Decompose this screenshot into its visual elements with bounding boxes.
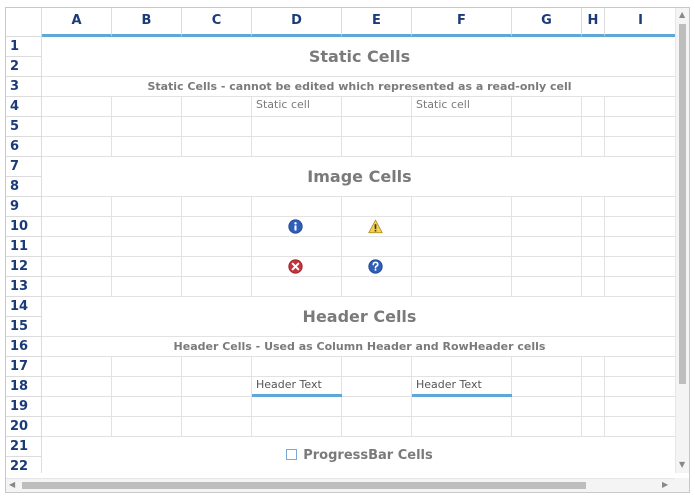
row-header-5[interactable]: 5: [6, 117, 42, 137]
gridline: [42, 116, 677, 117]
cell-area[interactable]: Static Cells Static Cells - cannot be ed…: [42, 37, 677, 473]
row-header-17[interactable]: 17: [6, 357, 42, 377]
gridline: [42, 136, 677, 137]
header-cell-f18[interactable]: Header Text: [412, 377, 512, 397]
row-header-2[interactable]: 2: [6, 57, 42, 77]
row-header-14[interactable]: 14: [6, 297, 42, 317]
gridline: [42, 236, 677, 237]
gridline: [42, 216, 677, 217]
row-header-8[interactable]: 8: [6, 177, 42, 197]
warning-icon[interactable]: [368, 219, 383, 234]
column-header-h[interactable]: H: [582, 8, 605, 37]
row-header-10[interactable]: 10: [6, 217, 42, 237]
static-cells-description: Static Cells - cannot be edited which re…: [42, 77, 677, 96]
row-header-6[interactable]: 6: [6, 137, 42, 157]
column-header-i[interactable]: I: [605, 8, 677, 37]
row-header-7[interactable]: 7: [6, 157, 42, 177]
gridline: [181, 37, 182, 473]
scroll-right-arrow-icon[interactable]: ▶: [662, 480, 668, 490]
row-header-15[interactable]: 15: [6, 317, 42, 337]
gridline: [511, 37, 512, 473]
progressbar-cells-title: ProgressBar Cells: [42, 437, 677, 473]
gridline: [42, 196, 677, 197]
column-header-d[interactable]: D: [252, 8, 342, 37]
gridline: [42, 276, 677, 277]
gridline: [42, 256, 677, 257]
scroll-left-arrow-icon[interactable]: ◀: [9, 480, 15, 490]
row-header-22[interactable]: 22: [6, 457, 42, 473]
select-all-corner[interactable]: [6, 8, 42, 37]
question-icon[interactable]: [368, 259, 383, 274]
row-header-21[interactable]: 21: [6, 437, 42, 457]
image-cells-title: Image Cells: [42, 157, 677, 196]
row-header-16[interactable]: 16: [6, 337, 42, 357]
row-header-4[interactable]: 4: [6, 97, 42, 117]
column-header-e[interactable]: E: [342, 8, 412, 37]
gridline: [604, 37, 605, 473]
static-cell-d4: Static cell: [256, 98, 310, 111]
static-cells-title: Static Cells: [42, 37, 677, 76]
gridline: [581, 37, 582, 473]
row-header-9[interactable]: 9: [6, 197, 42, 217]
spreadsheet-grid: A B C D E F G H I 1 2 3 4 5 6 7 8 9 10 1…: [6, 8, 677, 473]
gridline: [42, 356, 677, 357]
checkbox-icon[interactable]: [286, 449, 298, 460]
spreadsheet-frame: A B C D E F G H I 1 2 3 4 5 6 7 8 9 10 1…: [5, 7, 690, 493]
scrollbar-corner: [675, 478, 689, 492]
progressbar-cells-label: ProgressBar Cells: [303, 448, 433, 463]
horizontal-scroll-thumb[interactable]: [22, 482, 586, 489]
static-cell-f4: Static cell: [416, 98, 470, 111]
column-header-f[interactable]: F: [412, 8, 512, 37]
scroll-up-arrow-icon[interactable]: ▲: [679, 10, 685, 20]
vertical-scrollbar[interactable]: ▲ ▼: [675, 8, 689, 473]
gridline: [111, 37, 112, 473]
row-header-12[interactable]: 12: [6, 257, 42, 277]
info-icon[interactable]: [288, 219, 303, 234]
horizontal-scrollbar[interactable]: ◀ ▶: [6, 478, 677, 492]
vertical-scroll-thumb[interactable]: [679, 24, 686, 384]
row-header-11[interactable]: 11: [6, 237, 42, 257]
row-header-3[interactable]: 3: [6, 77, 42, 97]
column-header-a[interactable]: A: [42, 8, 112, 37]
row-header-20[interactable]: 20: [6, 417, 42, 437]
header-cells-description: Header Cells - Used as Column Header and…: [42, 337, 677, 356]
error-icon[interactable]: [288, 259, 303, 274]
column-header-b[interactable]: B: [112, 8, 182, 37]
column-header-c[interactable]: C: [182, 8, 252, 37]
scroll-down-arrow-icon[interactable]: ▼: [679, 460, 685, 470]
gridline: [42, 416, 677, 417]
gridline: [42, 396, 677, 397]
gridline: [42, 376, 677, 377]
gridline: [341, 37, 342, 473]
header-cells-title: Header Cells: [42, 297, 677, 336]
row-header-18[interactable]: 18: [6, 377, 42, 397]
row-header-1[interactable]: 1: [6, 37, 42, 57]
row-header-19[interactable]: 19: [6, 397, 42, 417]
header-cell-d18[interactable]: Header Text: [252, 377, 342, 397]
row-header-13[interactable]: 13: [6, 277, 42, 297]
column-header-g[interactable]: G: [512, 8, 582, 37]
gridline: [42, 96, 677, 97]
